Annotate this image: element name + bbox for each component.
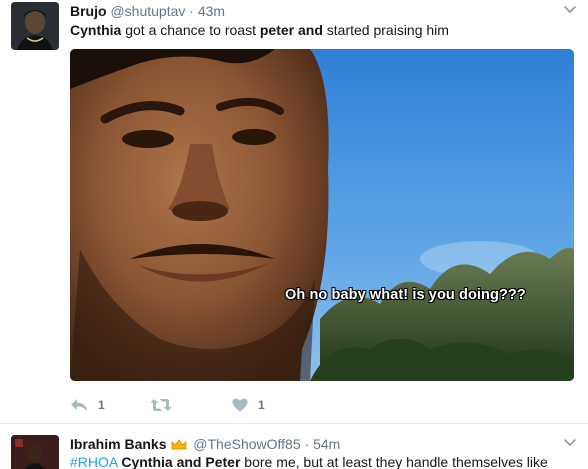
separator: · <box>304 436 310 452</box>
meme-caption: Oh no baby what! is you doing??? <box>285 287 526 303</box>
timestamp[interactable]: 43m <box>198 3 225 19</box>
tweet-text-part: started praising him <box>322 22 449 38</box>
tweet-text: #RHOA Cynthia and Peter bore me, but at … <box>70 453 548 469</box>
avatar[interactable] <box>11 2 59 50</box>
tweet-media[interactable]: Oh no baby what! is you doing??? <box>70 49 574 381</box>
like-button[interactable]: 1 <box>232 396 265 414</box>
tweet: Ibrahim Banks @TheShowOff85 · 54m #RHOA … <box>0 425 588 469</box>
crown-icon <box>171 439 187 450</box>
tweet-text-part: Cynthia and Peter <box>121 454 241 469</box>
tweet-text-part: Cynthia <box>70 22 122 38</box>
display-name[interactable]: Brujo <box>70 3 107 19</box>
chevron-down-icon[interactable] <box>564 439 576 447</box>
like-count: 1 <box>258 398 265 412</box>
tweet-text-part: peter and <box>259 22 323 38</box>
separator: · <box>189 3 194 19</box>
reply-count: 1 <box>98 398 105 412</box>
hashtag-link[interactable]: #RHOA <box>70 454 117 469</box>
tweet-text-part: bore me, but at least they handle themse… <box>240 454 548 469</box>
tweet-text-part: got a chance to roast <box>121 22 260 38</box>
chevron-down-icon[interactable] <box>564 6 576 14</box>
meme-image <box>70 49 574 381</box>
avatar[interactable] <box>11 435 59 469</box>
display-name[interactable]: Ibrahim Banks <box>70 436 166 452</box>
retweet-icon <box>150 399 172 411</box>
retweet-button[interactable] <box>150 396 172 414</box>
user-handle[interactable]: @TheShowOff85 <box>193 436 300 452</box>
heart-icon <box>232 398 248 412</box>
tweet: Brujo @shutuptav · 43m Cynthia got a cha… <box>0 0 588 424</box>
timestamp[interactable]: 54m <box>313 436 340 452</box>
tweet-text: Cynthia got a chance to roast peter and … <box>70 21 449 39</box>
reply-button[interactable]: 1 <box>70 396 105 414</box>
tweet-actions: 1 1 <box>70 396 370 414</box>
reply-icon <box>71 399 87 411</box>
user-handle[interactable]: @shutuptav <box>110 3 185 19</box>
tweet-header: Ibrahim Banks @TheShowOff85 · 54m <box>70 435 340 453</box>
tweet-header: Brujo @shutuptav · 43m <box>70 2 225 20</box>
